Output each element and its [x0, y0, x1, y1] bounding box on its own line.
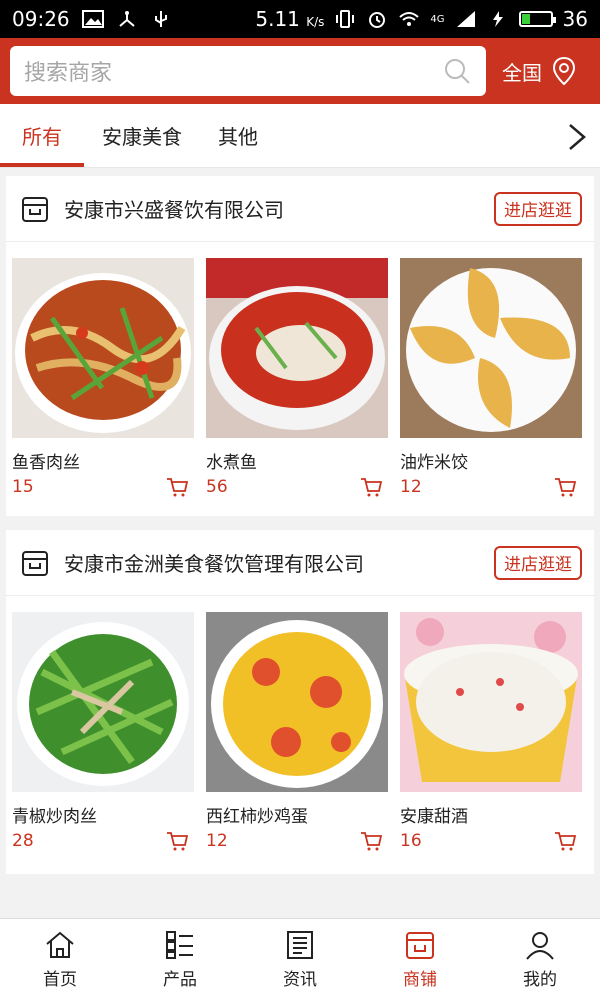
usb-icon [154, 11, 167, 27]
shop-icon [406, 932, 434, 959]
product-item[interactable]: 青椒炒肉丝 28 [12, 612, 194, 856]
alarm-icon [369, 12, 386, 28]
news-icon [287, 931, 313, 959]
category-tabs: 所有 安康美食 其他 [0, 104, 600, 168]
nav-home[interactable]: 首页 [0, 919, 120, 1000]
product-item[interactable]: 鱼香肉丝 15 [12, 258, 194, 502]
battery-level: 36 [562, 7, 588, 31]
product-name: 青椒炒肉丝 [12, 807, 97, 827]
product-price: 56 [206, 477, 228, 497]
product-price: 28 [12, 831, 34, 851]
search-input[interactable]: 搜索商家 [10, 46, 486, 96]
nav-label: 首页 [43, 970, 77, 990]
wifi-icon [399, 12, 420, 26]
nav-news[interactable]: 资讯 [240, 919, 360, 1000]
product-list: 鱼香肉丝 15 水煮鱼 56 油炸米饺 12 [6, 242, 594, 502]
store-icon [22, 550, 48, 576]
cart-icon[interactable] [166, 476, 188, 498]
dish-image[interactable] [206, 612, 388, 792]
vibrate-icon [336, 10, 355, 28]
status-time: 09:26 [12, 7, 70, 31]
cart-icon[interactable] [360, 830, 382, 852]
network-speed: 5.11 K/s [255, 7, 325, 31]
search-placeholder: 搜索商家 [24, 61, 113, 86]
nav-shops[interactable]: 商铺 [360, 919, 480, 1000]
store-icon [22, 196, 48, 222]
cart-icon[interactable] [554, 830, 576, 852]
nav-label: 商铺 [403, 970, 437, 990]
dish-image[interactable] [12, 612, 194, 792]
product-price: 15 [12, 477, 34, 497]
shop-card: 安康市金洲美食餐饮管理有限公司 进店逛逛 青椒炒肉丝 28 西红柿炒鸡蛋 12 … [6, 530, 594, 874]
charging-icon [492, 11, 503, 27]
status-bar: 09:26 5.11 K/s 4G 36 [0, 0, 600, 38]
cart-icon[interactable] [166, 830, 188, 852]
search-icon[interactable] [442, 56, 472, 86]
product-list-icon [166, 931, 193, 959]
shop-name: 安康市金洲美食餐饮管理有限公司 [64, 552, 364, 576]
nav-products[interactable]: 产品 [120, 919, 240, 1000]
product-price: 16 [400, 831, 422, 851]
product-name: 鱼香肉丝 [12, 453, 80, 473]
enter-shop-button[interactable]: 进店逛逛 [494, 191, 582, 226]
product-name: 安康甜酒 [400, 807, 468, 827]
tab-ankang-food[interactable]: 安康美食 [84, 104, 200, 167]
region-selector[interactable]: 全国 [502, 56, 578, 86]
network-type: 4G [430, 13, 445, 25]
dish-image[interactable] [12, 258, 194, 438]
product-item[interactable]: 西红柿炒鸡蛋 12 [206, 612, 388, 856]
enter-shop-button[interactable]: 进店逛逛 [494, 545, 582, 580]
nav-label: 产品 [163, 970, 197, 990]
nav-label: 资讯 [283, 970, 317, 990]
product-item[interactable]: 安康甜酒 16 [400, 612, 582, 856]
dish-image[interactable] [400, 612, 582, 792]
chevron-right-icon[interactable] [564, 122, 590, 152]
dish-image[interactable] [206, 258, 388, 438]
nav-label: 我的 [523, 970, 557, 990]
shop-header: 安康市兴盛餐饮有限公司 进店逛逛 [6, 176, 594, 242]
shop-card: 安康市兴盛餐饮有限公司 进店逛逛 鱼香肉丝 15 水煮鱼 56 油炸米饺 12 [6, 176, 594, 516]
dish-image[interactable] [400, 258, 582, 438]
bottom-nav: 首页 产品 资讯 商铺 我的 [0, 918, 600, 1000]
cart-icon[interactable] [554, 476, 576, 498]
nav-me[interactable]: 我的 [480, 919, 600, 1000]
product-price: 12 [400, 477, 422, 497]
shop-name: 安康市兴盛餐饮有限公司 [64, 198, 284, 222]
product-list: 青椒炒肉丝 28 西红柿炒鸡蛋 12 安康甜酒 16 [6, 596, 594, 856]
header: 搜索商家 全国 [0, 38, 600, 104]
product-item[interactable]: 水煮鱼 56 [206, 258, 388, 502]
product-name: 西红柿炒鸡蛋 [206, 807, 308, 827]
battery-icon [518, 11, 556, 27]
cart-icon[interactable] [360, 476, 382, 498]
user-icon [526, 932, 554, 960]
signal-icon [456, 11, 475, 27]
tab-all[interactable]: 所有 [0, 104, 84, 167]
tab-other[interactable]: 其他 [200, 104, 276, 167]
product-price: 12 [206, 831, 228, 851]
location-pin-icon [552, 56, 576, 86]
image-icon [81, 10, 104, 28]
home-icon [46, 931, 74, 958]
product-item[interactable]: 油炸米饺 12 [400, 258, 582, 502]
usb-share-icon [118, 11, 135, 27]
product-name: 水煮鱼 [206, 453, 257, 473]
region-label: 全国 [502, 60, 542, 85]
product-name: 油炸米饺 [400, 453, 468, 473]
shop-header: 安康市金洲美食餐饮管理有限公司 进店逛逛 [6, 530, 594, 596]
